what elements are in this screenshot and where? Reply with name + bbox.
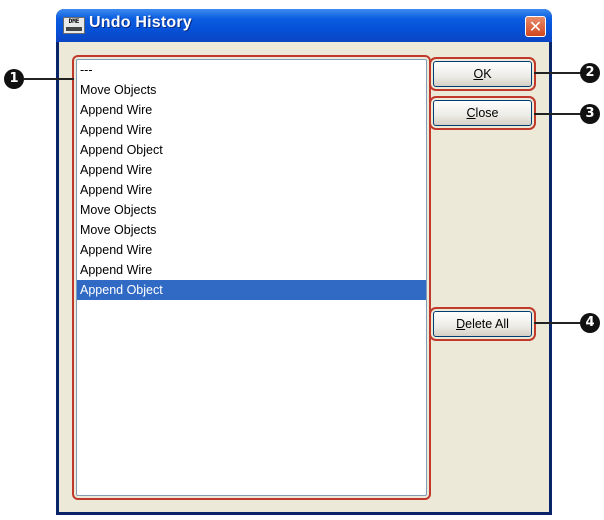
app-icon: DME [63,17,85,34]
list-item[interactable]: --- [77,60,426,80]
list-item[interactable]: Append Wire [77,240,426,260]
app-icon-label: DME [68,18,80,25]
close-mnemonic: C [466,106,476,120]
callout-line-4 [534,322,582,324]
ok-button[interactable]: OK [429,57,536,91]
callout-line-2 [534,72,582,74]
callout-line-3 [534,113,582,115]
callout-4: 4 [580,313,600,333]
list-item[interactable]: Append Object [77,140,426,160]
list-item[interactable]: Move Objects [77,220,426,240]
list-item[interactable]: Move Objects [77,200,426,220]
undo-history-window: DME Undo History ✕ --- Move Objects Append… [56,9,552,515]
close-button[interactable]: Close [429,96,536,130]
title-bar[interactable]: DME Undo History ✕ [56,9,552,42]
delete-all-label-rest: elete All [465,317,509,331]
delete-all-mnemonic: D [456,317,466,331]
list-item[interactable]: Append Wire [77,100,426,120]
list-item[interactable]: Move Objects [77,80,426,100]
list-item[interactable]: Append Wire [77,120,426,140]
callout-2: 2 [580,63,600,83]
ok-label-rest: K [483,67,492,81]
callout-1: 1 [4,69,24,89]
list-item[interactable]: Append Wire [77,160,426,180]
list-item[interactable]: Append Object [77,280,426,300]
close-label-rest: lose [475,106,499,120]
undo-history-list[interactable]: --- Move Objects Append Wire Append Wire App… [72,55,431,500]
dialog-client-area: --- Move Objects Append Wire Append Wire App… [59,42,549,512]
callout-line-1 [24,78,74,80]
callout-3: 3 [580,104,600,124]
close-icon: ✕ [528,17,543,36]
window-title: Undo History [89,14,192,31]
ok-mnemonic: O [473,67,484,81]
close-window-button[interactable]: ✕ [525,16,546,37]
list-item[interactable]: Append Wire [77,180,426,200]
delete-all-button[interactable]: Delete All [429,307,536,341]
list-item[interactable]: Append Wire [77,260,426,280]
